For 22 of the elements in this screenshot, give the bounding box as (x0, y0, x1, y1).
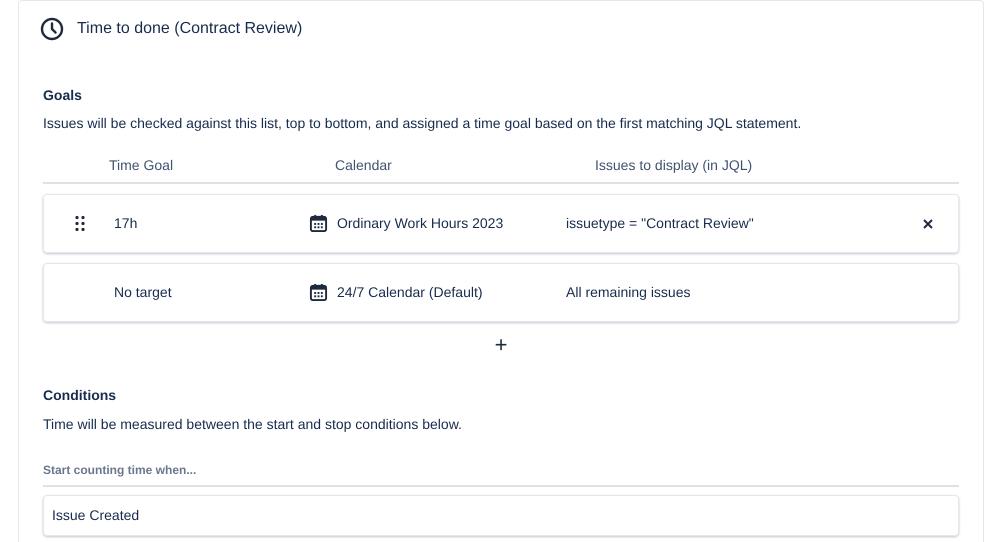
jql-query: All remaining issues (566, 283, 692, 302)
time-goal: No target (114, 283, 173, 302)
calendar-icon (309, 283, 328, 302)
drag-handle-icon[interactable] (74, 216, 84, 231)
column-header: Calendar (335, 156, 393, 175)
field-label: Start counting time when... (43, 461, 959, 487)
time-goal: 17h (114, 214, 138, 233)
section-description: Issues will be checked against this list, top to bottom, and assigned a time goal based on the first matching JQL statement. (43, 114, 802, 133)
column-header: Issues to display (in JQL) (595, 156, 754, 175)
add-button[interactable]: + (486, 330, 516, 360)
panel-title: Time to done (Contract Review) (77, 19, 302, 39)
calendar-name: 24/7 Calendar (Default) (337, 283, 483, 302)
calendar-icon (309, 214, 328, 233)
section-heading: Goals (43, 86, 83, 105)
condition-field[interactable]: Issue Created (43, 495, 959, 536)
jql-query: issuetype = "Contract Review" (566, 214, 755, 233)
section-description: Time will be measured between the start and stop conditions below. (43, 415, 463, 434)
calendar-name: Ordinary Work Hours 2023 (337, 214, 504, 233)
column-header: Time Goal (109, 156, 174, 175)
section-heading: Conditions (43, 386, 118, 405)
clock-icon (40, 17, 64, 41)
close-icon (923, 218, 933, 228)
